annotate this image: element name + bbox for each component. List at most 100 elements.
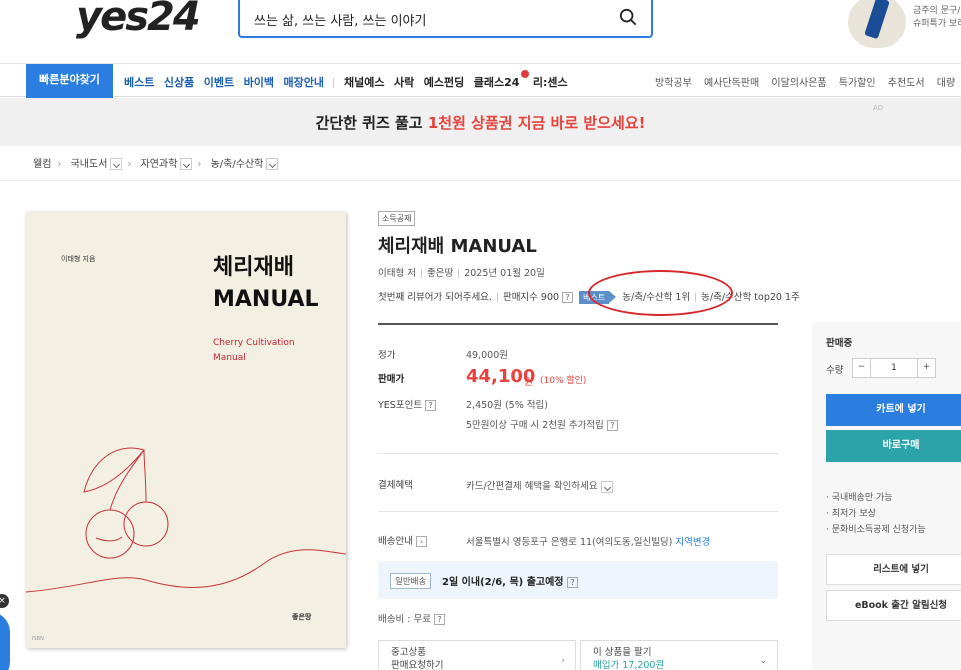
nav-right-link[interactable]: 대량 — [937, 78, 955, 89]
chevron-down-icon[interactable] — [180, 158, 193, 170]
yes24-logo[interactable]: yes24 — [76, 0, 201, 40]
highlight-oval — [588, 270, 733, 316]
nav-link-class24[interactable]: 클래스24 — [474, 76, 520, 89]
review-prompt[interactable]: 첫번째 리뷰어가 되어주세요. — [378, 292, 492, 303]
floating-widget-button[interactable] — [0, 612, 10, 670]
payment-benefit-value[interactable]: 카드/간편결제 혜택을 확인하세요 — [466, 478, 615, 493]
nav-link-event[interactable]: 이벤트 — [204, 76, 234, 89]
shipping-fee: 배송비 : 무료 ? — [378, 611, 445, 625]
quantity-stepper[interactable]: − 1 + — [852, 358, 936, 378]
shipping-label: 배송안내 › — [378, 533, 427, 547]
cover-title: 체리재배 MANUAL — [213, 255, 319, 312]
breadcrumb-home[interactable]: 웰컴 — [33, 159, 51, 170]
nav-link-best[interactable]: 베스트 — [124, 76, 154, 89]
price-section: 정가 49,000원 판매가 44,100 원 (10% 할인) YES포인트 … — [378, 323, 778, 670]
product-meta: 이태형 저 좋은땅 2025년 01월 20일 — [378, 265, 545, 279]
author-link[interactable]: 이태형 저 — [378, 268, 416, 279]
help-icon[interactable]: ? — [425, 400, 437, 411]
nav-right-link[interactable]: 특가할인 — [839, 78, 876, 89]
minus-icon[interactable]: − — [853, 359, 871, 377]
nav-link-store[interactable]: 매장안내 — [284, 76, 324, 89]
shipping-address: 서울특별시 영등포구 은행로 11(여의도동,일신빌딩) 지역변경 — [466, 537, 711, 548]
nav-link-funding[interactable]: 예스펀딩 — [424, 76, 464, 89]
buy-now-button[interactable]: 바로구매 — [826, 430, 961, 462]
list-price-label: 정가 — [378, 350, 396, 361]
nav-main-links: 베스트 신상품 이벤트 바이백 매장안내 채널예스 사락 예스펀딩 클래스24 … — [124, 70, 574, 90]
divider — [0, 180, 961, 181]
nav-link-buyback[interactable]: 바이백 — [244, 76, 274, 89]
sale-price-label: 판매가 — [378, 374, 405, 385]
chevron-down-icon[interactable] — [600, 480, 613, 493]
product-title: 체리재배 MANUAL — [378, 236, 537, 257]
new-badge-icon — [521, 70, 530, 78]
ebook-alert-button[interactable]: eBook 출간 알림신청 — [826, 590, 961, 621]
quantity-value[interactable]: 1 — [871, 363, 917, 373]
chevron-right-icon: › — [127, 159, 132, 170]
nav-divider — [333, 78, 335, 88]
help-icon[interactable]: ? — [606, 420, 618, 431]
book-cover[interactable]: 이태형 지음 체리재배 MANUAL Cherry Cultivation Ma… — [26, 212, 346, 648]
yes-point-label: YES포인트 ? — [378, 397, 437, 411]
nav-right-link[interactable]: 방학공부 — [655, 78, 692, 89]
sell-this-item-button[interactable]: 이 상품을 팔기 매입가 17,200원 ⌄ — [580, 640, 778, 670]
change-region-link[interactable]: 지역변경 — [675, 537, 710, 548]
quantity-label: 수량 — [826, 365, 844, 376]
banner-text[interactable]: 간단한 퀴즈 풀고 1천원 상품권 지금 바로 받으세요! — [0, 112, 961, 133]
yes-point-value: 2,450원 (5% 적립) — [466, 400, 548, 411]
chevron-down-icon: ⌄ — [759, 656, 767, 666]
search-box[interactable]: 쓰는 삶, 쓰는 사람, 쓰는 이야기 — [238, 0, 653, 38]
ad-tag: AD — [873, 104, 884, 112]
nav-right-links: 방학공부 예사단독판매 이달의사은품 특가할인 추천도서 대량 — [655, 74, 961, 89]
breadcrumb-item[interactable]: 농/축/수산학 — [211, 159, 264, 170]
nav-right-link[interactable]: 추천도서 — [888, 78, 925, 89]
sale-status: 판매중 — [826, 338, 853, 349]
close-icon[interactable]: × — [0, 594, 9, 608]
divider — [378, 453, 778, 454]
purchase-panel: 판매중 수량 − 1 + 카트에 넣기 바로구매 · 국내배송만 가능 · 최저… — [812, 322, 961, 670]
cover-author: 이태형 지음 — [61, 255, 96, 263]
main-nav: 빠른분야찾기 베스트 신상품 이벤트 바이백 매장안내 채널예스 사락 예스펀딩… — [0, 63, 961, 98]
breadcrumb-item[interactable]: 국내도서 — [71, 159, 108, 170]
nav-link-new[interactable]: 신상품 — [164, 76, 194, 89]
nav-link-channel[interactable]: 채널예스 — [344, 76, 384, 89]
search-input[interactable]: 쓰는 삶, 쓰는 사람, 쓰는 이야기 — [254, 10, 426, 29]
cover-publisher: 좋은땅 — [292, 613, 312, 621]
payment-benefit-label: 결제혜택 — [378, 480, 413, 491]
shipping-eta: 2일 이내(2/6, 목) 출고예정 ? — [442, 573, 578, 588]
shipping-type-tag: 일반배송 — [390, 573, 432, 589]
used-sale-request-button[interactable]: 중고상품 판매요청하기 › — [378, 640, 576, 670]
sales-index: 판매지수 900 — [502, 292, 560, 303]
cherry-illustration — [26, 447, 346, 593]
breadcrumb: 웰컴 › 국내도서 › 자연과학 › 농/축/수산학 — [33, 155, 280, 170]
chevron-right-icon: › — [57, 159, 62, 170]
plus-icon[interactable]: + — [917, 359, 935, 377]
category-finder-button[interactable]: 빠른분야찾기 — [26, 64, 113, 98]
nav-right-link[interactable]: 예사단독판매 — [704, 78, 759, 89]
search-icon[interactable] — [619, 8, 637, 26]
list-price-value: 49,000원 — [466, 350, 508, 361]
nav-right-link[interactable]: 이달의사은품 — [771, 78, 826, 89]
chevron-down-icon[interactable] — [266, 158, 279, 170]
chevron-right-icon: › — [197, 159, 202, 170]
help-icon[interactable]: ? — [562, 292, 574, 303]
publisher-link[interactable]: 좋은땅 — [427, 268, 453, 279]
divider — [378, 511, 778, 512]
publish-date: 2025년 01월 20일 — [464, 268, 545, 279]
help-icon[interactable]: ? — [433, 614, 445, 625]
nav-link-license[interactable]: 리:센스 — [533, 76, 568, 89]
site-header: yes24 쓰는 삶, 쓰는 사람, 쓰는 이야기 금주의 문구/ 슈퍼특가 보… — [0, 0, 961, 62]
add-to-list-button[interactable]: 리스트에 넣기 — [826, 554, 961, 585]
nav-link-sarak[interactable]: 사락 — [394, 76, 414, 89]
sale-price-unit: 원 — [524, 377, 534, 388]
promo-text[interactable]: 금주의 문구/ 슈퍼특가 보러 — [913, 5, 961, 31]
quiz-banner[interactable]: 간단한 퀴즈 풀고 1천원 상품권 지금 바로 받으세요! AD — [0, 98, 961, 146]
chevron-right-icon: › — [561, 656, 565, 666]
promo-image[interactable] — [848, 0, 906, 48]
chevron-right-icon[interactable]: › — [416, 536, 427, 547]
add-to-cart-button[interactable]: 카트에 넣기 — [826, 394, 961, 426]
chevron-down-icon[interactable] — [110, 158, 123, 170]
breadcrumb-item[interactable]: 자연과학 — [141, 159, 178, 170]
yes-point-extra: 5만원이상 구매 시 2천원 추가적립 ? — [466, 417, 618, 431]
help-icon[interactable]: ? — [567, 576, 578, 588]
cover-subtitle: Cherry Cultivation Manual — [213, 338, 295, 363]
